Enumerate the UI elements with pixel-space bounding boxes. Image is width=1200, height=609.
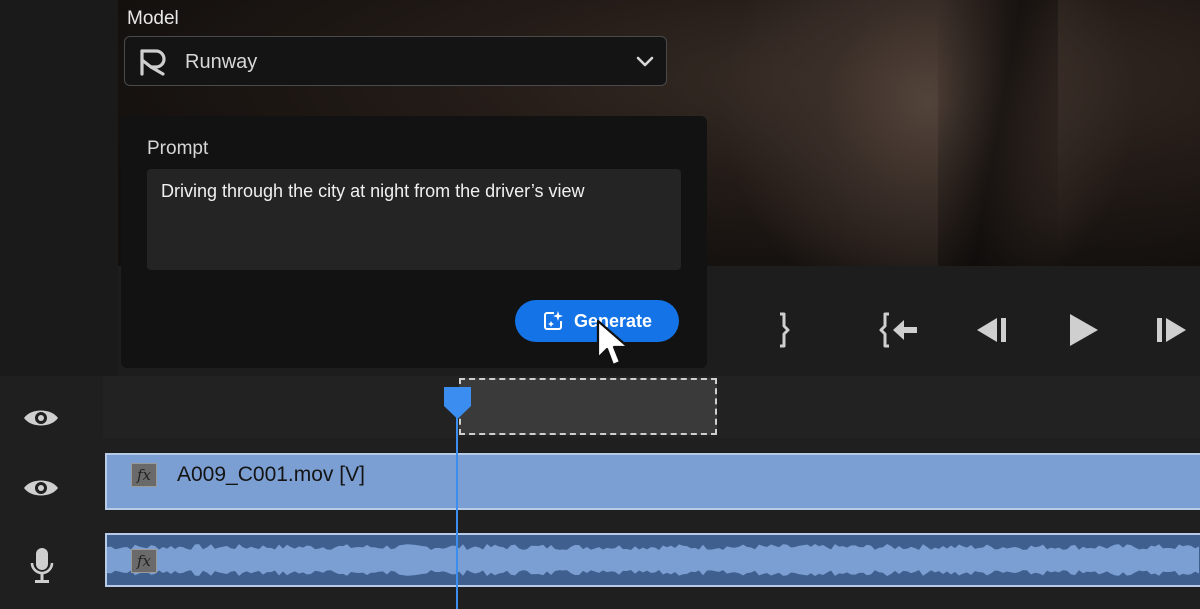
video-clip-name: A009_C001.mov [V] — [177, 463, 365, 486]
chevron-down-icon — [636, 56, 654, 67]
audio-clip[interactable]: fx — [105, 533, 1200, 587]
playhead-line — [456, 392, 458, 609]
prompt-textarea[interactable]: Driving through the city at night from t… — [147, 169, 681, 270]
microphone-icon[interactable] — [30, 547, 54, 585]
video-clip[interactable]: fx A009_C001.mov [V] — [105, 453, 1200, 510]
left-panel — [0, 0, 118, 376]
runway-logo-icon — [140, 49, 166, 76]
sparkle-frame-icon — [543, 311, 563, 330]
mark-out-icon[interactable] — [774, 310, 794, 350]
playhead-handle[interactable] — [443, 386, 472, 420]
model-dropdown[interactable]: Runway — [124, 36, 667, 86]
go-to-in-icon[interactable] — [877, 310, 919, 350]
step-back-icon[interactable] — [973, 310, 1011, 350]
prompt-label: Prompt — [147, 138, 209, 159]
generated-clip-placeholder[interactable] — [459, 378, 717, 435]
audio-waveform — [107, 544, 1199, 576]
mouse-cursor-icon — [596, 319, 630, 367]
model-selected-value: Runway — [185, 51, 258, 73]
model-label: Model — [127, 8, 179, 29]
fx-badge[interactable]: fx — [131, 463, 157, 487]
step-forward-icon[interactable] — [1153, 310, 1191, 350]
eye-icon[interactable] — [22, 476, 60, 500]
fx-badge[interactable]: fx — [131, 549, 157, 573]
eye-icon[interactable] — [22, 406, 60, 430]
play-icon[interactable] — [1064, 310, 1102, 350]
